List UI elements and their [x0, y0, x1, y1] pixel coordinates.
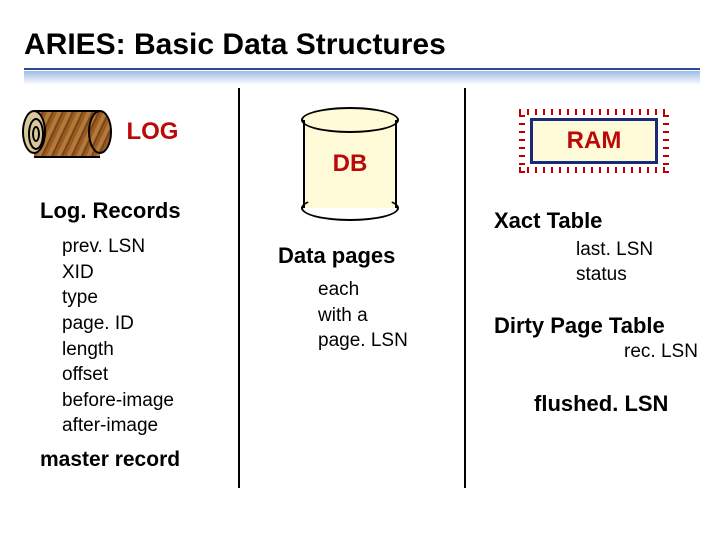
log-field: length [62, 337, 228, 363]
log-icon [22, 110, 112, 154]
log-label: LOG [126, 118, 178, 146]
data-pages-sub-line: page. LSN [318, 328, 454, 354]
log-field: XID [62, 260, 228, 286]
dirty-page-table-title: Dirty Page Table [494, 313, 710, 339]
ram-label: RAM [530, 118, 659, 164]
data-pages-title: Data pages [278, 243, 454, 269]
slide-title: ARIES: Basic Data Structures [24, 28, 700, 62]
title-area: ARIES: Basic Data Structures [0, 0, 720, 88]
xact-table-title: Xact Table [494, 208, 710, 234]
column-divider-1 [238, 88, 240, 488]
log-records-title: Log. Records [40, 198, 228, 224]
log-field: offset [62, 362, 228, 388]
log-field: after-image [62, 413, 228, 439]
xact-table-fields: last. LSN status [576, 238, 710, 287]
data-pages-sub-line: with a [318, 303, 454, 329]
log-records: Log. Records prev. LSN XID type page. ID… [40, 198, 228, 439]
log-field: prev. LSN [62, 234, 228, 260]
ram-contents: Xact Table last. LSN status Dirty Page T… [494, 208, 710, 417]
log-field: type [62, 285, 228, 311]
data-pages-sub: each with a page. LSN [318, 277, 454, 354]
diagram-body: LOG Log. Records prev. LSN XID type page… [0, 88, 720, 528]
xact-field: last. LSN [576, 238, 710, 263]
db-cylinder-icon: DB [303, 120, 397, 208]
column-divider-2 [464, 88, 466, 488]
flushed-lsn-label: flushed. LSN [534, 391, 710, 417]
log-records-fields: prev. LSN XID type page. ID length offse… [62, 234, 228, 439]
log-header: LOG [22, 110, 217, 154]
master-record-label: master record [40, 448, 180, 472]
xact-field: status [576, 263, 710, 288]
data-pages-sub-line: each [318, 277, 454, 303]
title-underline [24, 68, 700, 82]
dirty-page-field: rec. LSN [624, 341, 710, 363]
log-field: page. ID [62, 311, 228, 337]
data-pages: Data pages each with a page. LSN [278, 243, 454, 354]
db-header: DB [300, 120, 400, 208]
log-field: before-image [62, 388, 228, 414]
db-label: DB [303, 150, 397, 178]
ram-header: RAM [514, 118, 674, 164]
